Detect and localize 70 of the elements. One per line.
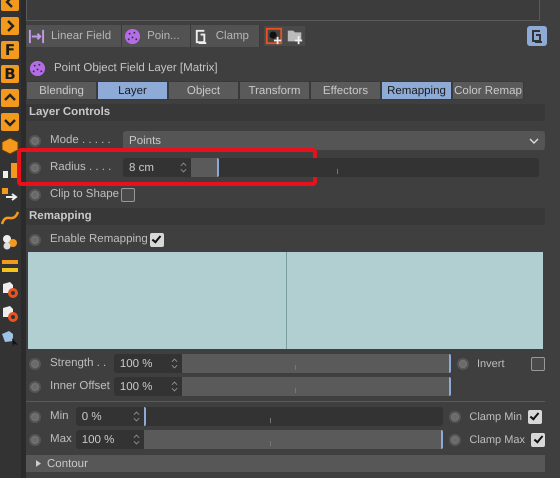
tab[interactable]: Remapping [381, 81, 452, 100]
animate-toggle[interactable] [29, 380, 41, 392]
animate-toggle[interactable] [449, 434, 462, 446]
spinner-icon [170, 357, 178, 370]
field-layer-button[interactable]: Clamp [190, 25, 260, 47]
clamp-toggle-icon[interactable] [527, 26, 547, 46]
cube-icon[interactable] [1, 137, 19, 155]
dotted-sphere-icon [124, 28, 142, 44]
add-layer-icon[interactable] [264, 27, 283, 45]
checkbox[interactable] [121, 188, 136, 202]
field-layer-button[interactable]: Linear Field [26, 25, 122, 47]
chevron-down-icon[interactable] [1, 113, 19, 131]
checkbox[interactable] [531, 356, 545, 370]
animate-toggle[interactable] [29, 188, 41, 200]
parameter-label: Clamp Max [469, 434, 525, 446]
collapsed-group[interactable]: Contour [26, 455, 545, 472]
number-field[interactable]: 0 % [76, 407, 144, 426]
spinner-icon [180, 161, 188, 174]
number-field[interactable]: 100 % [76, 430, 144, 449]
parameter-label: Max [49, 432, 73, 447]
parameter-label: Clamp Min [469, 410, 522, 422]
caret-icon [529, 138, 539, 144]
spinner-icon [132, 433, 140, 446]
parameter-label: Clip to Shape [49, 187, 120, 202]
tab[interactable]: Object [168, 81, 239, 100]
dotted-sphere-icon [29, 60, 46, 76]
object-title: Point Object Field Layer [Matrix] [54, 62, 218, 74]
parameter-label: Strength . . [49, 356, 108, 371]
bar-icon[interactable] [1, 257, 19, 275]
bar-chart-icon[interactable] [1, 161, 19, 179]
animate-toggle[interactable] [29, 434, 41, 446]
cube-cursor-icon[interactable] [1, 329, 19, 347]
animate-toggle[interactable] [457, 358, 469, 370]
tab[interactable]: Transform [239, 81, 310, 100]
field-layer-button[interactable]: Poin... [122, 25, 191, 47]
parameter-label: Mode . . . . . [49, 133, 112, 148]
tool-button[interactable]: F [1, 41, 19, 59]
arrow-icon[interactable] [1, 185, 19, 203]
number-field[interactable]: 100 % [114, 377, 182, 396]
number-field[interactable]: 100 % [114, 354, 182, 373]
parameter-label: Enable Remapping [49, 232, 149, 247]
animate-toggle[interactable] [29, 162, 41, 174]
tool-button[interactable]: B [1, 65, 19, 83]
section-header: Remapping [26, 208, 545, 225]
tab[interactable]: Layer [97, 81, 168, 100]
expand-icon [36, 460, 41, 467]
chevron-up-icon[interactable] [1, 89, 19, 107]
gear-cube-icon[interactable] [1, 305, 19, 323]
gear-cube-icon[interactable] [1, 281, 19, 299]
section-header: Layer Controls [26, 104, 545, 121]
tab[interactable]: Blending [26, 81, 97, 100]
animate-toggle[interactable] [29, 134, 41, 146]
parameter-label: Radius . . . . [49, 160, 112, 175]
parameter-label: Invert [477, 358, 506, 370]
spinner-icon [170, 380, 178, 393]
linear-field-icon [28, 28, 45, 44]
parameter-label: Min [49, 409, 70, 424]
parameter-label: Inner Offset [49, 379, 111, 394]
number-field[interactable]: 8 cm [123, 158, 192, 177]
animate-toggle[interactable] [29, 234, 41, 246]
spinner-icon [132, 410, 140, 423]
animate-toggle[interactable] [29, 358, 41, 370]
animate-toggle[interactable] [449, 410, 462, 422]
chevron-right-icon[interactable] [1, 17, 19, 35]
mode-dropdown[interactable]: Points [123, 131, 545, 150]
spheres-icon[interactable] [1, 233, 19, 251]
tab[interactable]: Effectors [310, 81, 381, 100]
tab[interactable]: Color Remap [452, 81, 524, 100]
animate-toggle[interactable] [29, 410, 41, 422]
spline-icon[interactable] [1, 209, 19, 227]
